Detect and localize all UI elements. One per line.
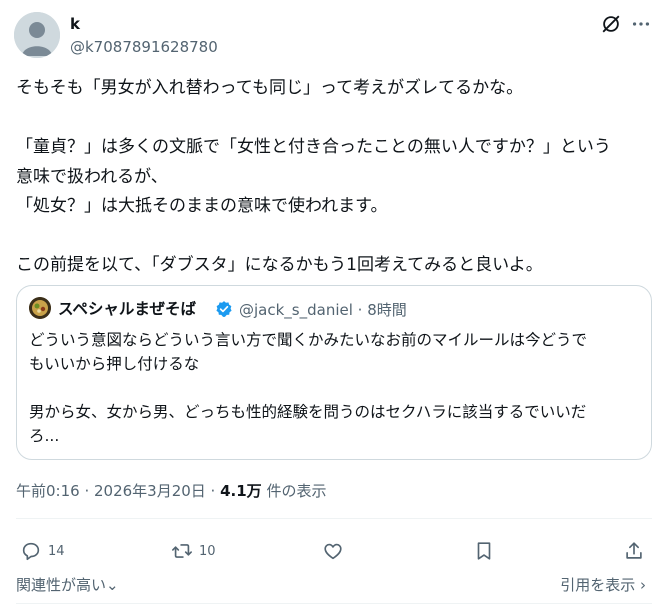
quoted-author-avatar	[29, 297, 51, 319]
author-name[interactable]: k	[70, 14, 80, 34]
quoted-line: 男から女、女から男、どっちも性的経験を問うのはセクハラに該当するでいいだ	[29, 403, 587, 421]
quoted-tweet-card[interactable]: スペシャルまぜそば @jack_s_daniel · 8時間 どういう意図ならど…	[16, 285, 652, 460]
food-avatar-icon	[29, 297, 51, 319]
default-avatar-icon	[14, 12, 60, 58]
timestamp[interactable]: 午前0:16 · 2026年3月20日 ·	[16, 482, 220, 500]
view-quotes-link[interactable]: 引用を表示 ›	[560, 574, 646, 596]
quoted-tweet-text: どういう意図ならどういう言い方で聞くかみたいなお前のマイルールは今どうで もいい…	[29, 328, 641, 448]
like-icon	[324, 543, 342, 560]
chevron-right-icon: ›	[640, 576, 646, 594]
reply-count: 14	[48, 543, 65, 559]
tweet-line: そもそも「男女が入れ替わっても同じ」って考えがズレてるかな。	[16, 78, 524, 98]
tweet-detail: k @k7087891628780 そもそも「男女が入れ替わっても同じ」って考え…	[0, 0, 662, 613]
divider	[16, 518, 652, 519]
author-handle[interactable]: @k7087891628780	[70, 37, 218, 57]
tweet-line: 「処女？」は大抵そのままの意味で使われます。	[16, 196, 388, 216]
chevron-down-icon: ⌄	[106, 576, 119, 594]
quoted-handle-time: @jack_s_daniel · 8時間	[239, 301, 407, 319]
quoted-author-name: スペシャルまぜそば	[58, 300, 196, 318]
bookmark-button[interactable]	[473, 538, 495, 564]
tweet-line: 意味で扱われるが、	[16, 166, 168, 187]
share-icon	[626, 542, 642, 559]
bookmark-icon	[477, 542, 491, 560]
retweet-count: 10	[199, 543, 216, 559]
tweet-meta: 午前0:16 · 2026年3月20日 · 4.1万 件の表示	[16, 481, 326, 501]
quoted-line: ろ...	[29, 427, 60, 445]
reply-icon	[22, 542, 40, 561]
retweet-button[interactable]: 10	[171, 538, 216, 564]
quoted-line: どういう意図ならどういう言い方で聞くかみたいなお前のマイルールは今どうで	[29, 331, 588, 349]
quoted-line: もいいから押し付けるな	[29, 355, 200, 373]
grok-icon[interactable]	[600, 13, 622, 35]
view-quotes-label: 引用を表示	[560, 576, 636, 594]
views-count[interactable]: 4.1万	[220, 482, 262, 500]
reply-sort-label: 関連性が高い	[16, 576, 107, 594]
more-icon[interactable]	[630, 13, 652, 35]
reply-button[interactable]: 14	[20, 538, 65, 564]
tweet-line: 「童貞？」は多くの文脈で「女性と付き合ったことの無い人ですか？」という	[16, 137, 611, 157]
views-label: 件の表示	[261, 482, 327, 500]
reply-sort-dropdown[interactable]: 関連性が高い⌄	[16, 574, 119, 596]
tweet-line: この前提を以て、「ダブスタ」になるかもう1回考えてみると良いよ。	[16, 255, 543, 275]
like-button[interactable]	[322, 538, 344, 564]
divider	[16, 603, 652, 604]
author-avatar[interactable]	[14, 12, 60, 58]
verified-badge-icon	[216, 301, 232, 317]
share-button[interactable]	[623, 538, 645, 564]
retweet-icon	[172, 544, 192, 558]
tweet-text: そもそも「男女が入れ替わっても同じ」って考えがズレてるかな。 「童貞？」は多くの…	[16, 74, 652, 281]
